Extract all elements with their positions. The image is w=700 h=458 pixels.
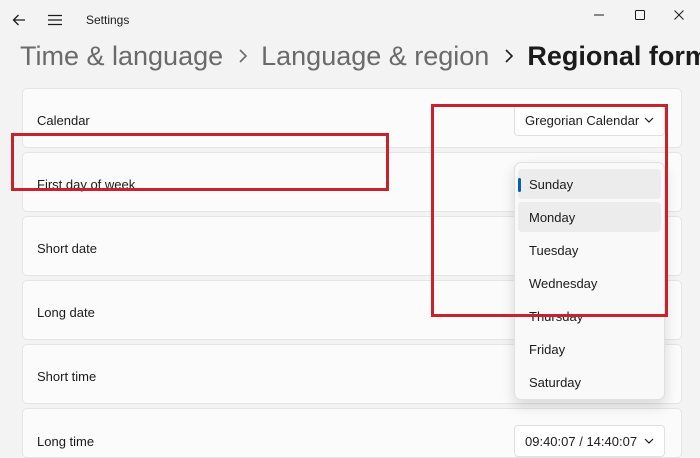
- back-button[interactable]: [6, 7, 32, 33]
- long-time-value: 09:40:07 / 14:40:07: [525, 433, 638, 449]
- long-time-select[interactable]: 09:40:07 / 14:40:07: [514, 425, 665, 457]
- chevron-right-icon: [238, 48, 248, 64]
- maximize-icon: [635, 10, 645, 20]
- navigation-menu-button[interactable]: [42, 7, 68, 33]
- dropdown-option-friday[interactable]: Friday: [518, 334, 661, 364]
- close-icon: [674, 10, 684, 20]
- breadcrumb-language-region[interactable]: Language & region: [261, 41, 489, 72]
- long-time-label: Long time: [37, 434, 95, 449]
- hamburger-menu-icon: [48, 14, 62, 26]
- chevron-right-icon: [504, 48, 514, 64]
- title-bar: Settings: [0, 0, 700, 38]
- close-button[interactable]: [656, 0, 700, 30]
- back-arrow-icon: [12, 14, 25, 26]
- page-title: Regional format: [527, 40, 700, 71]
- calendar-label: Calendar: [37, 113, 90, 128]
- highlight-box-dropdown: [431, 104, 668, 317]
- highlight-box-first-day-of-week: [11, 133, 389, 191]
- short-time-label: Short time: [37, 369, 97, 384]
- dropdown-option-label: Friday: [529, 341, 566, 357]
- short-date-label: Short date: [37, 241, 97, 256]
- minimize-icon: [594, 14, 604, 16]
- dropdown-option-label: Saturday: [529, 374, 582, 390]
- long-time-row: Long time 09:40:07 / 14:40:07: [22, 408, 682, 458]
- breadcrumb: Time & language Language & region Region…: [20, 36, 700, 76]
- dropdown-option-saturday[interactable]: Saturday: [518, 367, 661, 397]
- minimize-button[interactable]: [576, 0, 622, 30]
- breadcrumb-time-language[interactable]: Time & language: [20, 41, 223, 72]
- chevron-down-icon: [644, 438, 654, 444]
- app-title: Settings: [86, 13, 130, 27]
- long-date-label: Long date: [37, 305, 95, 320]
